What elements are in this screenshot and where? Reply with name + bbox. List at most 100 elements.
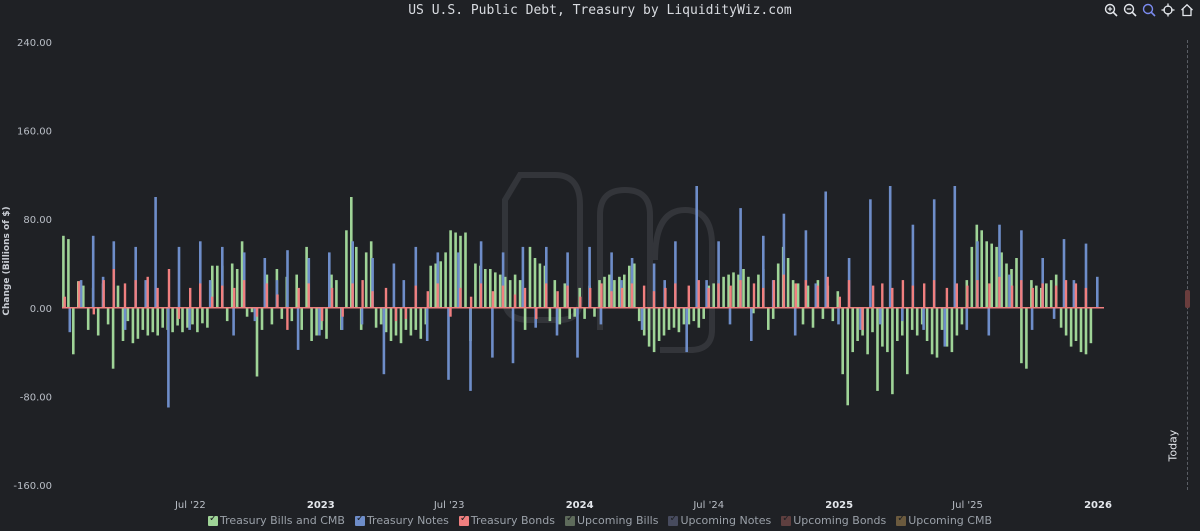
note-bar[interactable] bbox=[728, 307, 732, 325]
bill-bar[interactable] bbox=[628, 265, 631, 308]
bill-bar[interactable] bbox=[1069, 307, 1073, 347]
bond-bar[interactable] bbox=[861, 307, 864, 330]
bond-bar[interactable] bbox=[233, 287, 236, 308]
note-bar[interactable] bbox=[123, 307, 127, 330]
bond-bar[interactable] bbox=[479, 283, 483, 308]
bill-bar[interactable] bbox=[508, 280, 512, 308]
note-bar[interactable] bbox=[392, 263, 396, 308]
note-bar[interactable] bbox=[685, 307, 688, 353]
bill-bar[interactable] bbox=[667, 307, 671, 330]
bond-bar[interactable] bbox=[674, 283, 677, 308]
bill-bar[interactable] bbox=[821, 307, 825, 319]
bill-bar[interactable] bbox=[692, 307, 696, 322]
bill-bar[interactable] bbox=[260, 307, 264, 330]
note-bar[interactable] bbox=[922, 307, 925, 330]
bond-bar[interactable] bbox=[966, 285, 969, 308]
bond-bar[interactable] bbox=[242, 280, 246, 308]
bond-bar[interactable] bbox=[469, 296, 473, 308]
bill-bar[interactable] bbox=[935, 307, 939, 358]
bill-bar[interactable] bbox=[325, 307, 328, 339]
bill-bar[interactable] bbox=[225, 307, 229, 322]
note-bar[interactable] bbox=[167, 307, 170, 408]
bill-bar[interactable] bbox=[1035, 285, 1038, 308]
note-bar[interactable] bbox=[286, 250, 289, 308]
bond-bar[interactable] bbox=[414, 285, 417, 308]
bond-bar[interactable] bbox=[589, 287, 592, 308]
bond-bar[interactable] bbox=[535, 307, 538, 319]
note-bar[interactable] bbox=[68, 307, 72, 333]
bond-bar[interactable] bbox=[426, 291, 429, 308]
bill-bar[interactable] bbox=[856, 307, 859, 341]
bill-bar[interactable] bbox=[647, 307, 651, 347]
bond-bar[interactable] bbox=[630, 283, 634, 308]
bond-bar[interactable] bbox=[1074, 283, 1078, 308]
bond-bar[interactable] bbox=[459, 287, 462, 308]
bill-bar[interactable] bbox=[444, 252, 447, 308]
bond-bar[interactable] bbox=[998, 276, 1001, 308]
bill-bar[interactable] bbox=[623, 274, 626, 308]
bill-bar[interactable] bbox=[1084, 307, 1088, 355]
note-bar[interactable] bbox=[360, 307, 364, 325]
bill-bar[interactable] bbox=[1064, 307, 1068, 336]
bill-bar[interactable] bbox=[389, 307, 393, 341]
bill-bar[interactable] bbox=[141, 307, 145, 330]
bond-bar[interactable] bbox=[1031, 287, 1034, 308]
bill-bar[interactable] bbox=[489, 269, 492, 308]
bill-bar[interactable] bbox=[702, 307, 705, 319]
bill-bar[interactable] bbox=[315, 307, 318, 336]
bill-bar[interactable] bbox=[310, 307, 313, 341]
bond-bar[interactable] bbox=[566, 285, 569, 308]
bond-bar[interactable] bbox=[620, 287, 624, 308]
bond-bar[interactable] bbox=[579, 296, 582, 308]
bill-bar[interactable] bbox=[896, 307, 899, 341]
bill-bar[interactable] bbox=[955, 307, 959, 336]
note-bar[interactable] bbox=[188, 307, 191, 330]
bill-bar[interactable] bbox=[533, 258, 537, 308]
note-bar[interactable] bbox=[402, 280, 406, 308]
bond-bar[interactable] bbox=[330, 287, 334, 308]
bond-bar[interactable] bbox=[134, 280, 137, 308]
note-bar[interactable] bbox=[447, 307, 450, 380]
bill-bar[interactable] bbox=[995, 246, 998, 308]
bill-bar[interactable] bbox=[245, 307, 249, 317]
bill-bar[interactable] bbox=[280, 307, 284, 319]
bond-bar[interactable] bbox=[816, 285, 819, 308]
bill-bar[interactable] bbox=[846, 307, 849, 406]
bond-bar[interactable] bbox=[211, 296, 214, 308]
bond-bar[interactable] bbox=[891, 287, 894, 308]
bond-bar[interactable] bbox=[177, 307, 181, 319]
bill-bar[interactable] bbox=[161, 307, 164, 328]
bill-bar[interactable] bbox=[841, 307, 844, 375]
bond-bar[interactable] bbox=[697, 280, 700, 308]
bill-bar[interactable] bbox=[558, 307, 562, 325]
bond-bar[interactable] bbox=[297, 287, 300, 308]
bill-bar[interactable] bbox=[518, 280, 522, 308]
bill-bar[interactable] bbox=[181, 307, 184, 333]
bill-bar[interactable] bbox=[106, 307, 110, 325]
bill-bar[interactable] bbox=[747, 276, 750, 308]
bill-bar[interactable] bbox=[871, 307, 874, 333]
bill-bar[interactable] bbox=[657, 307, 661, 341]
bond-bar[interactable] bbox=[341, 307, 344, 317]
bond-bar[interactable] bbox=[838, 296, 841, 308]
bill-bar[interactable] bbox=[364, 252, 368, 308]
bill-bar[interactable] bbox=[96, 307, 100, 336]
bill-bar[interactable] bbox=[484, 269, 487, 308]
bill-bar[interactable] bbox=[216, 265, 219, 308]
bond-bar[interactable] bbox=[1054, 285, 1058, 308]
bill-bar[interactable] bbox=[414, 307, 418, 330]
bill-bar[interactable] bbox=[191, 307, 194, 325]
note-bar[interactable] bbox=[879, 307, 882, 325]
note-bar[interactable] bbox=[91, 235, 95, 308]
note-bar[interactable] bbox=[382, 307, 386, 375]
bill-bar[interactable] bbox=[697, 307, 701, 328]
bill-bar[interactable] bbox=[722, 276, 725, 308]
bill-bar[interactable] bbox=[201, 307, 204, 324]
legend-item[interactable]: Treasury Bonds bbox=[458, 513, 555, 527]
note-bar[interactable] bbox=[837, 307, 840, 325]
bond-bar[interactable] bbox=[156, 287, 159, 308]
bond-bar[interactable] bbox=[199, 283, 202, 308]
bill-bar[interactable] bbox=[1025, 307, 1028, 369]
bill-bar[interactable] bbox=[796, 283, 800, 308]
bond-bar[interactable] bbox=[545, 283, 548, 308]
